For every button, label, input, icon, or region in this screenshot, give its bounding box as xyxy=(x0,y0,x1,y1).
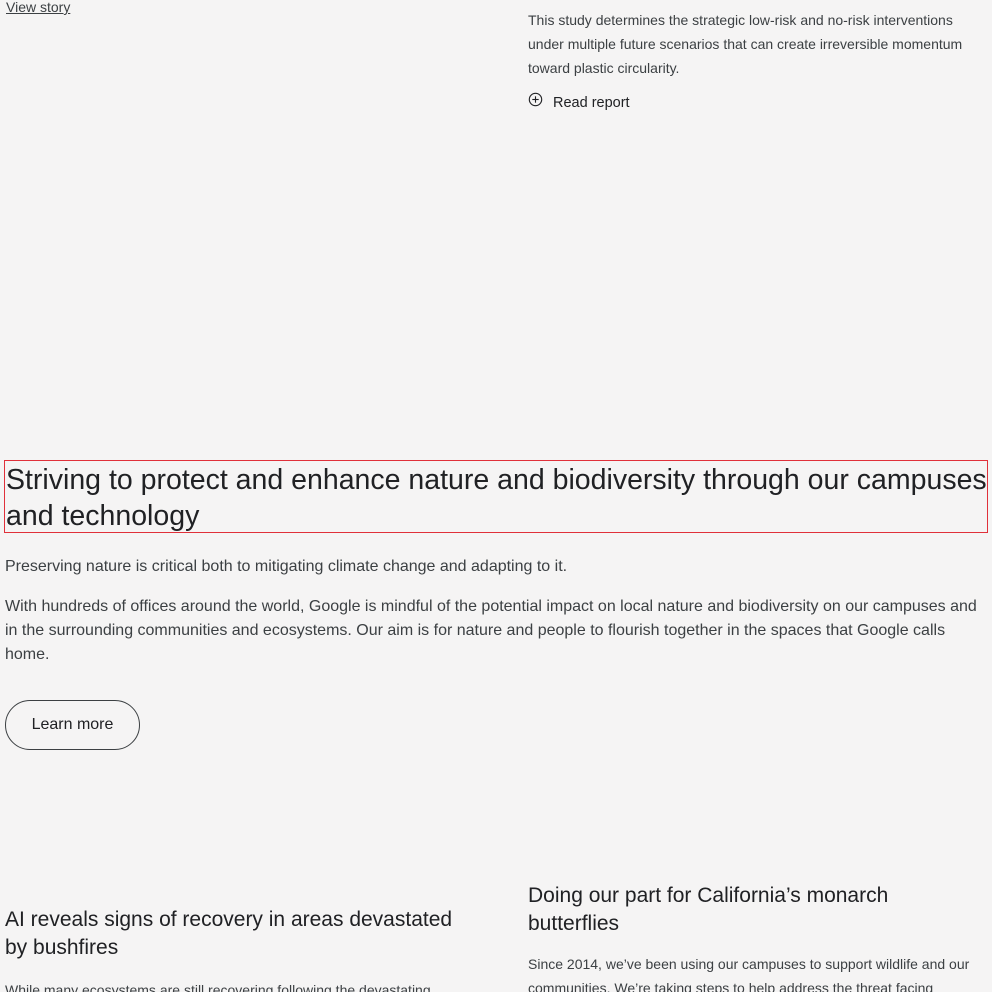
story-card-bushfires[interactable]: AI reveals signs of recovery in areas de… xyxy=(5,906,475,992)
section-lead: Preserving nature is critical both to mi… xyxy=(5,558,568,575)
plus-circle-icon xyxy=(528,92,543,114)
learn-more-button[interactable]: Learn more xyxy=(5,700,140,750)
heading-highlight: Striving to protect and enhance nature a… xyxy=(4,460,988,533)
section-heading: Striving to protect and enhance nature a… xyxy=(6,464,987,532)
view-story-link[interactable]: View story xyxy=(6,0,70,16)
card-title[interactable]: AI reveals signs of recovery in areas de… xyxy=(5,906,475,962)
report-card: This study determines the strategic low-… xyxy=(528,8,984,114)
story-card-monarch-butterflies[interactable]: Doing our part for California’s monarch … xyxy=(528,882,984,992)
section-body: With hundreds of offices around the worl… xyxy=(5,598,977,663)
read-report-link[interactable]: Read report xyxy=(528,92,984,114)
card-title[interactable]: Doing our part for California’s monarch … xyxy=(528,882,984,938)
read-report-label: Read report xyxy=(553,95,630,111)
report-description: This study determines the strategic low-… xyxy=(528,12,963,76)
page: View story This study determines the str… xyxy=(0,0,992,992)
card-text: While many ecosystems are still recoveri… xyxy=(5,982,431,992)
card-text: Since 2014, we’ve been using our campuse… xyxy=(528,956,970,992)
nature-section: Striving to protect and enhance nature a… xyxy=(4,460,988,667)
